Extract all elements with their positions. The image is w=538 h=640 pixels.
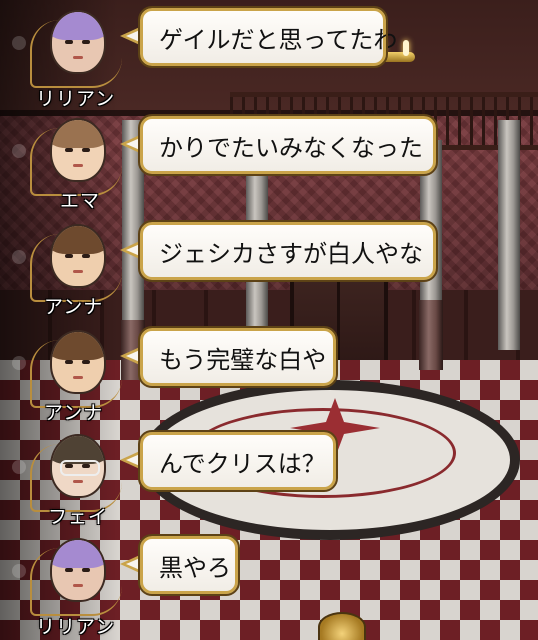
mouth	[73, 480, 83, 483]
speaker-name: リリアン	[36, 616, 116, 638]
character-portrait	[50, 330, 106, 394]
mouth	[73, 56, 83, 59]
eye	[82, 568, 90, 572]
hair	[52, 226, 104, 254]
scroll-dot	[12, 564, 26, 578]
eye	[65, 148, 73, 152]
eye	[82, 360, 90, 364]
speaker-name: エマ	[60, 190, 101, 212]
speech-bubble[interactable]: もう完璧な白や	[138, 326, 338, 388]
eye	[82, 148, 90, 152]
mouth	[73, 376, 83, 379]
scroll-dot	[12, 36, 26, 50]
bubble-tail	[120, 346, 142, 366]
eye	[65, 568, 73, 572]
hair	[52, 120, 104, 148]
speech-bubble[interactable]: ジェシカさすが白人やな	[138, 220, 438, 282]
speaker-name: アンナ	[44, 402, 104, 424]
avatar[interactable]	[44, 326, 108, 396]
chat-message: エマ かりでたいみなくなった	[0, 108, 538, 216]
bubble-tail	[120, 26, 142, 46]
bubble-tail	[120, 134, 142, 154]
mouth	[73, 164, 83, 167]
hair	[52, 540, 104, 568]
character-portrait	[50, 224, 106, 288]
speech-bubble[interactable]: 黒やろ	[138, 534, 240, 596]
chat-message: フェイ んでクリスは？	[0, 424, 538, 532]
character-portrait	[50, 538, 106, 602]
chat-message: アンナ もう完璧な白や	[0, 320, 538, 428]
scroll-dot	[12, 250, 26, 264]
avatar[interactable]	[44, 220, 108, 290]
chat-message: アンナ ジェシカさすが白人やな	[0, 214, 538, 322]
scroll-dot	[12, 460, 26, 474]
eye	[82, 254, 90, 258]
speech-bubble[interactable]: んでクリスは？	[138, 430, 338, 492]
eye	[65, 40, 73, 44]
speaker-name: リリアン	[36, 88, 116, 110]
speech-bubble[interactable]: かりでたいみなくなった	[138, 114, 438, 176]
scroll-dot	[12, 144, 26, 158]
eye	[82, 40, 90, 44]
hair	[52, 12, 104, 40]
hair	[52, 332, 104, 360]
bubble-tail	[120, 450, 142, 470]
scroll-dot	[12, 356, 26, 370]
speech-bubble[interactable]: ゲイルだと思ってたわ	[138, 6, 397, 68]
avatar[interactable]	[44, 6, 108, 76]
chat-message: リリアン ゲイルだと思ってたわ	[0, 0, 538, 110]
bubble-tail	[120, 554, 142, 574]
avatar[interactable]	[44, 114, 108, 184]
mouth	[73, 270, 83, 273]
mouth	[73, 584, 83, 587]
glasses	[60, 460, 100, 476]
eye	[65, 360, 73, 364]
avatar[interactable]	[44, 430, 108, 500]
eye	[65, 254, 73, 258]
speaker-name: アンナ	[44, 296, 104, 318]
character-portrait	[50, 10, 106, 74]
speaker-name: フェイ	[48, 506, 109, 528]
chat-message: リリアン 黒やろ	[0, 528, 538, 638]
character-portrait	[50, 434, 106, 498]
bubble-tail	[120, 240, 142, 260]
character-portrait	[50, 118, 106, 182]
avatar[interactable]	[44, 534, 108, 604]
